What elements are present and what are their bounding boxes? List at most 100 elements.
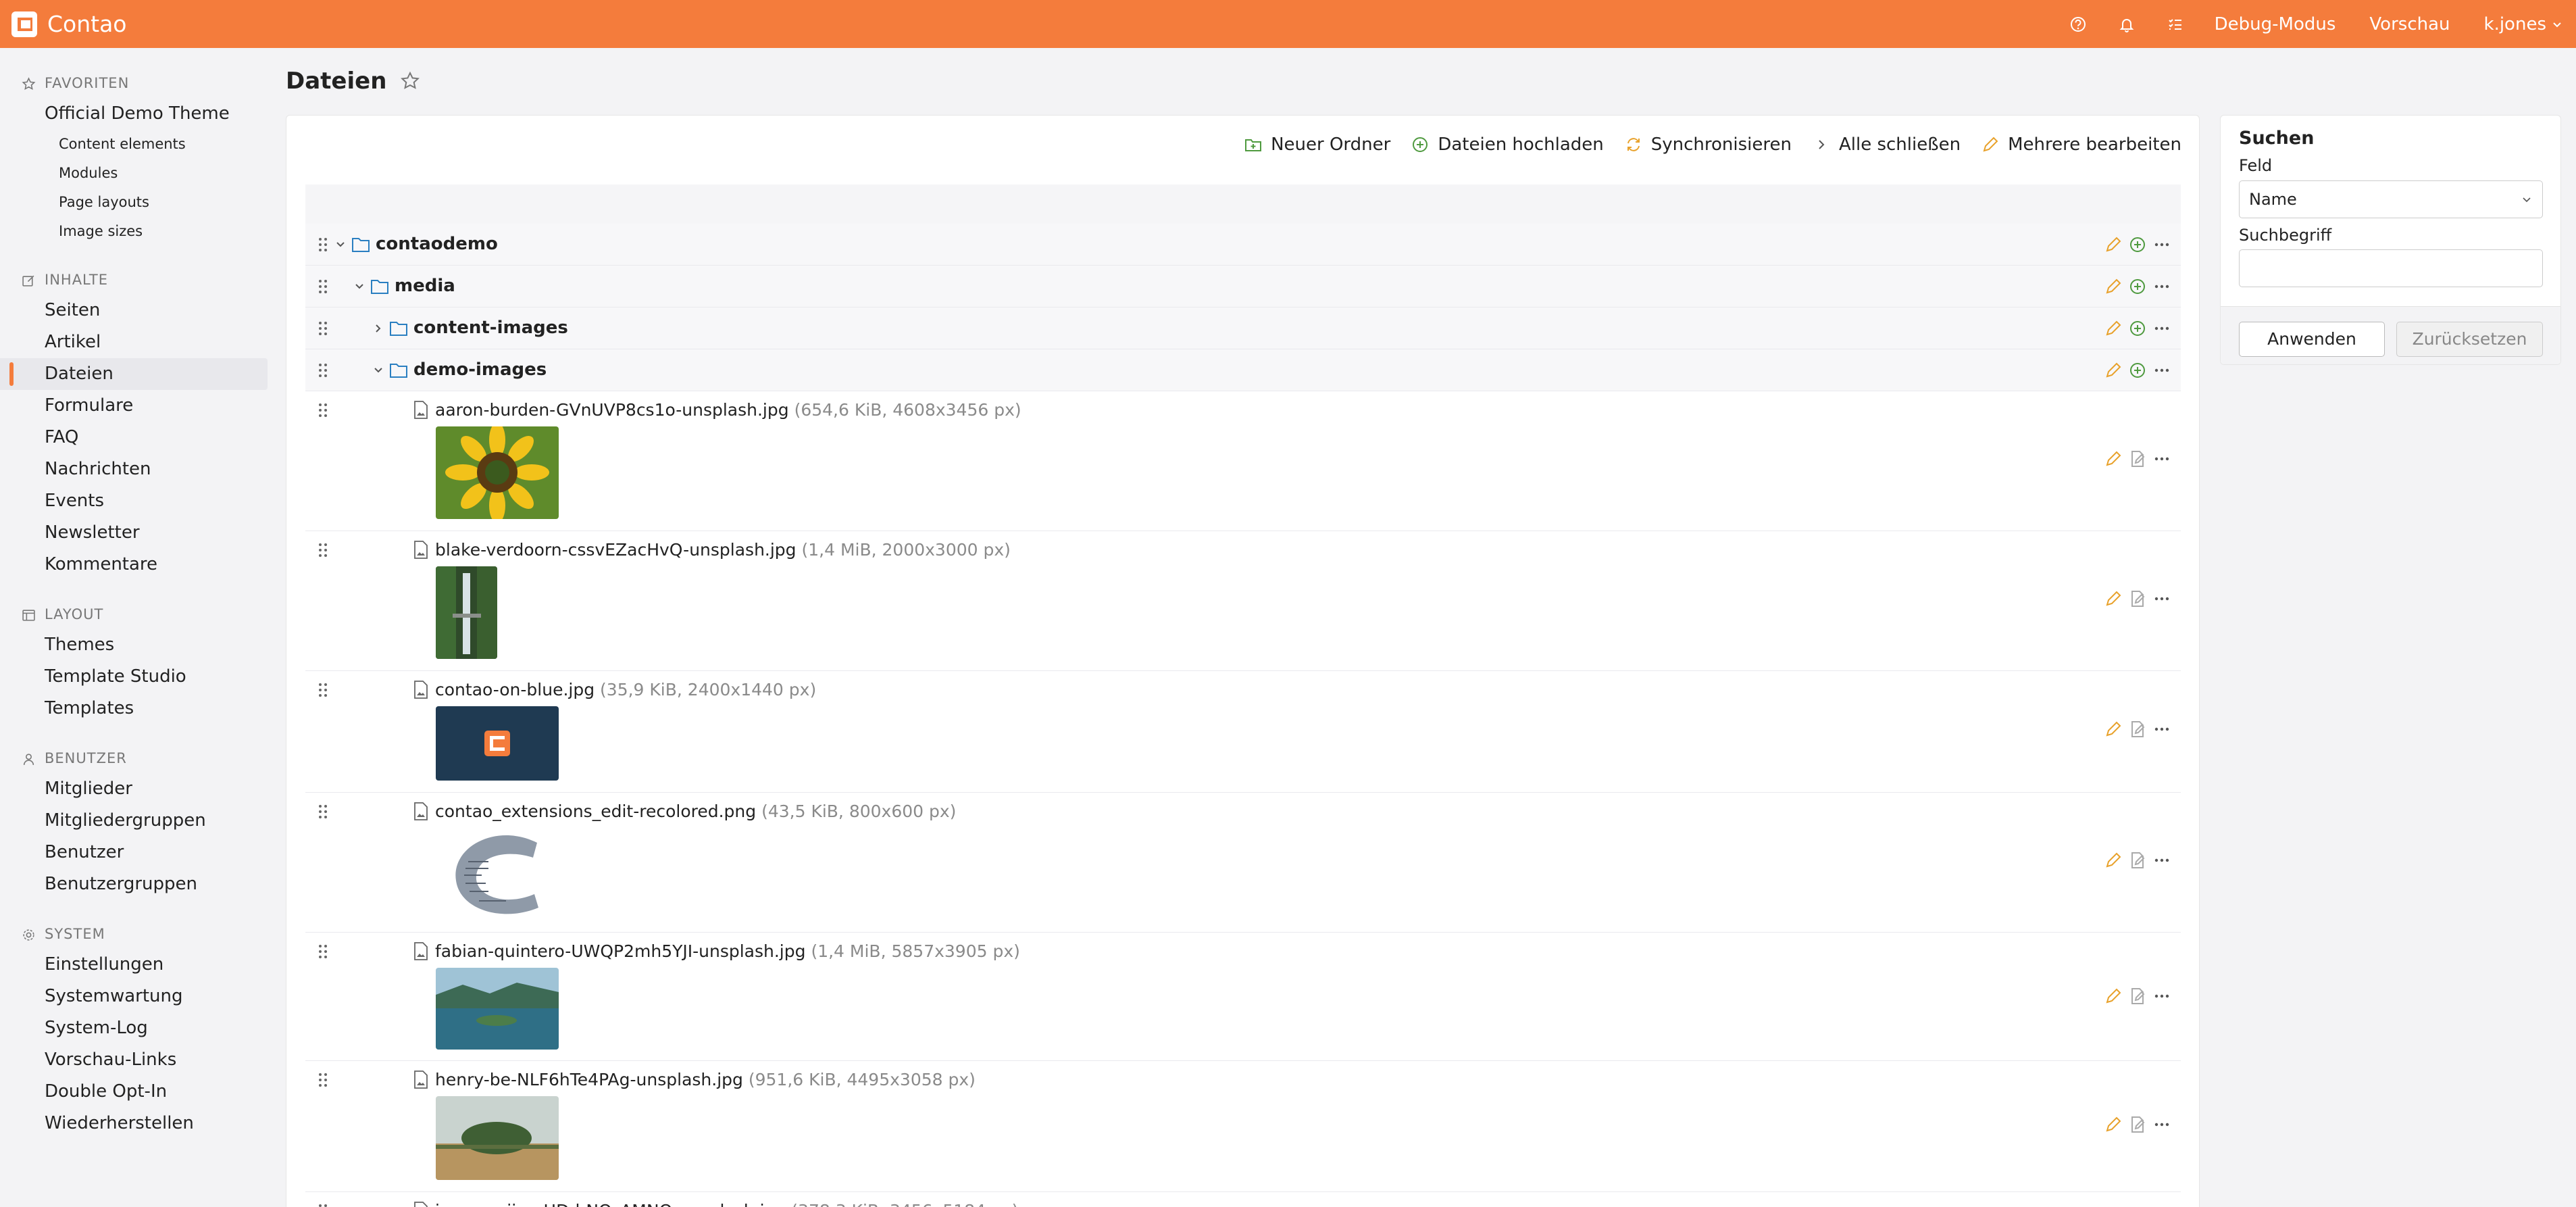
chevron-down-icon[interactable] <box>353 280 366 293</box>
pencil-icon[interactable] <box>2104 987 2123 1006</box>
nav-system-log[interactable]: System-Log <box>0 1012 269 1044</box>
nav-modules[interactable]: Modules <box>0 159 269 188</box>
more-icon[interactable] <box>2152 319 2171 338</box>
folder-row[interactable]: content-images <box>305 307 2181 349</box>
nav-vorschau-links[interactable]: Vorschau-Links <box>0 1044 269 1076</box>
nav-faq[interactable]: FAQ <box>0 422 269 453</box>
pencil-icon[interactable] <box>2104 1115 2123 1134</box>
debug-mode-link[interactable]: Debug-Modus <box>2215 14 2336 34</box>
nav-mitglieder[interactable]: Mitglieder <box>0 773 269 805</box>
group-layout[interactable]: LAYOUT <box>0 599 269 629</box>
drag-handle-icon[interactable] <box>318 682 328 698</box>
nav-seiten[interactable]: Seiten <box>0 295 269 326</box>
file-name[interactable]: fabian-quintero-UWQP2mh5YJI-unsplash.jpg… <box>435 941 1020 961</box>
nav-page-layouts[interactable]: Page layouts <box>0 188 269 217</box>
drag-handle-icon[interactable] <box>318 542 328 558</box>
field-tree-thumbnail[interactable] <box>436 1096 559 1180</box>
file-row[interactable]: blake-verdoorn-cssvEZacHvQ-unsplash.jpg … <box>305 531 2181 671</box>
word-cloud-thumbnail[interactable] <box>436 828 559 920</box>
collapse-all-button[interactable]: Alle schließen <box>1812 134 1961 155</box>
drag-handle-icon[interactable] <box>318 943 328 960</box>
nav-templates[interactable]: Templates <box>0 693 269 724</box>
more-icon[interactable] <box>2152 449 2171 468</box>
drag-handle-icon[interactable] <box>318 804 328 820</box>
folder-row[interactable]: demo-images <box>305 349 2181 391</box>
folder-row[interactable]: media <box>305 266 2181 307</box>
pencil-icon[interactable] <box>2104 851 2123 870</box>
lake-thumbnail[interactable] <box>436 968 559 1050</box>
upload-files-button[interactable]: Dateien hochladen <box>1411 134 1604 155</box>
nav-benutzergruppen[interactable]: Benutzergruppen <box>0 868 269 900</box>
file-name[interactable]: henry-be-NLF6hTe4PAg-unsplash.jpg (951,6… <box>435 1070 976 1089</box>
nav-artikel[interactable]: Artikel <box>0 326 269 358</box>
drag-handle-icon[interactable] <box>318 1203 328 1207</box>
file-name[interactable]: contao_extensions_edit-recolored.png (43… <box>435 802 956 821</box>
more-icon[interactable] <box>2152 235 2171 254</box>
more-icon[interactable] <box>2152 851 2171 870</box>
drag-handle-icon[interactable] <box>318 278 328 295</box>
contao-logo-thumbnail[interactable] <box>436 706 559 781</box>
group-content[interactable]: INHALTE <box>0 265 269 295</box>
plus-circle-icon[interactable] <box>2128 235 2147 254</box>
file-name[interactable]: ivana-cajina-HDd-NQ_AMNQ-unsplash.jpg (3… <box>435 1201 1018 1207</box>
edit-file-icon[interactable] <box>2128 449 2147 468</box>
edit-file-icon[interactable] <box>2128 851 2147 870</box>
nav-nachrichten[interactable]: Nachrichten <box>0 453 269 485</box>
nav-themes[interactable]: Themes <box>0 629 269 661</box>
edit-file-icon[interactable] <box>2128 589 2147 608</box>
pencil-icon[interactable] <box>2104 235 2123 254</box>
more-icon[interactable] <box>2152 361 2171 380</box>
help-icon[interactable] <box>2069 15 2088 34</box>
sunflower-thumbnail[interactable] <box>436 426 559 519</box>
chevron-down-icon[interactable] <box>372 364 385 377</box>
nav-image-sizes[interactable]: Image sizes <box>0 217 269 246</box>
nav-content-elements[interactable]: Content elements <box>0 130 269 159</box>
file-row[interactable]: henry-be-NLF6hTe4PAg-unsplash.jpg (951,6… <box>305 1061 2181 1192</box>
file-row[interactable]: fabian-quintero-UWQP2mh5YJI-unsplash.jpg… <box>305 933 2181 1061</box>
plus-circle-icon[interactable] <box>2128 319 2147 338</box>
chevron-right-icon[interactable] <box>372 322 385 335</box>
nav-double-opt-in[interactable]: Double Opt-In <box>0 1076 269 1108</box>
pencil-icon[interactable] <box>2104 319 2123 338</box>
nav-template-studio[interactable]: Template Studio <box>0 661 269 693</box>
new-folder-button[interactable]: Neuer Ordner <box>1244 134 1390 155</box>
group-favorites[interactable]: FAVORITEN <box>0 68 269 98</box>
pencil-icon[interactable] <box>2104 720 2123 739</box>
more-icon[interactable] <box>2152 277 2171 296</box>
drag-handle-icon[interactable] <box>318 1072 328 1088</box>
brand[interactable]: Contao <box>9 9 127 39</box>
nav-mitgliedergruppen[interactable]: Mitgliedergruppen <box>0 805 269 837</box>
synchronize-button[interactable]: Synchronisieren <box>1624 134 1792 155</box>
drag-handle-icon[interactable] <box>318 237 328 253</box>
nav-einstellungen[interactable]: Einstellungen <box>0 949 269 981</box>
edit-multiple-button[interactable]: Mehrere bearbeiten <box>1981 134 2181 155</box>
nav-systemwartung[interactable]: Systemwartung <box>0 981 269 1012</box>
edit-file-icon[interactable] <box>2128 1115 2147 1134</box>
chevron-down-icon[interactable] <box>334 238 347 251</box>
nav-formulare[interactable]: Formulare <box>0 390 269 422</box>
search-term-input[interactable] <box>2239 249 2543 287</box>
apply-button[interactable]: Anwenden <box>2239 322 2385 357</box>
file-row[interactable]: aaron-burden-GVnUVP8cs1o-unsplash.jpg (6… <box>305 391 2181 531</box>
bell-icon[interactable] <box>2117 15 2136 34</box>
file-row[interactable]: contao-on-blue.jpg (35,9 KiB, 2400x1440 … <box>305 671 2181 793</box>
drag-handle-icon[interactable] <box>318 362 328 378</box>
user-menu[interactable]: k.jones <box>2484 14 2562 34</box>
favorite-star-icon[interactable] <box>400 71 420 91</box>
nav-official-demo-theme[interactable]: Official Demo Theme <box>0 98 269 130</box>
file-row[interactable]: ivana-cajina-HDd-NQ_AMNQ-unsplash.jpg (3… <box>305 1192 2181 1207</box>
drag-handle-icon[interactable] <box>318 402 328 418</box>
edit-file-icon[interactable] <box>2128 720 2147 739</box>
folder-row[interactable]: contaodemo <box>305 224 2181 266</box>
pencil-icon[interactable] <box>2104 277 2123 296</box>
nav-kommentare[interactable]: Kommentare <box>0 549 269 581</box>
pencil-icon[interactable] <box>2104 589 2123 608</box>
file-name[interactable]: blake-verdoorn-cssvEZacHvQ-unsplash.jpg … <box>435 540 1011 560</box>
waterfall-thumbnail[interactable] <box>436 566 497 659</box>
file-name[interactable]: contao-on-blue.jpg (35,9 KiB, 2400x1440 … <box>435 680 816 699</box>
field-select[interactable]: Name <box>2239 180 2543 218</box>
nav-wiederherstellen[interactable]: Wiederherstellen <box>0 1108 269 1139</box>
group-system[interactable]: SYSTEM <box>0 919 269 949</box>
nav-newsletter[interactable]: Newsletter <box>0 517 269 549</box>
tasks-icon[interactable] <box>2166 15 2185 34</box>
